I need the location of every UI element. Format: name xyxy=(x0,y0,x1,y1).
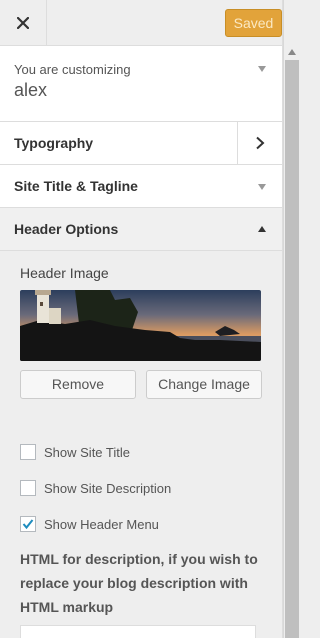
header-image-actions: Remove Change Image xyxy=(20,370,262,399)
show-site-title-row[interactable]: Show Site Title xyxy=(20,442,262,462)
section-typography-label: Typography xyxy=(14,135,94,151)
header-image-label: Header Image xyxy=(20,265,109,281)
customizer-panel: Saved You are customizing alex Typograph… xyxy=(0,0,283,638)
theme-name: alex xyxy=(14,80,48,100)
customizing-info: You are customizing alex xyxy=(0,46,282,122)
close-button[interactable] xyxy=(0,0,47,45)
scrollbar-thumb[interactable] xyxy=(285,60,299,638)
remove-button[interactable]: Remove xyxy=(20,370,136,399)
show-site-description-label: Show Site Description xyxy=(44,480,172,496)
section-header-options-label: Header Options xyxy=(14,221,119,237)
section-site-title-label: Site Title & Tagline xyxy=(14,178,138,194)
header-options-content: Header Image Remove Change Image Show Si… xyxy=(0,251,282,638)
section-header-options[interactable]: Header Options xyxy=(0,208,282,251)
typography-expand-button[interactable] xyxy=(237,122,282,164)
show-header-menu-row[interactable]: Show Header Menu xyxy=(20,514,262,534)
change-image-button[interactable]: Change Image xyxy=(146,370,262,399)
html-description-input[interactable] xyxy=(20,625,256,638)
section-typography[interactable]: Typography xyxy=(0,122,282,165)
chevron-down-icon[interactable] xyxy=(258,66,266,72)
close-icon xyxy=(17,16,29,29)
customizer-header: Saved xyxy=(0,0,282,46)
html-description-label: HTML for description, if you wish to rep… xyxy=(20,551,258,615)
show-header-menu-label: Show Header Menu xyxy=(44,516,159,532)
chevron-up-icon xyxy=(258,226,266,232)
section-site-title[interactable]: Site Title & Tagline xyxy=(0,165,282,208)
show-header-menu-checkbox[interactable] xyxy=(20,516,36,532)
saved-button[interactable]: Saved xyxy=(225,9,282,37)
customizing-subtitle: You are customizing xyxy=(14,62,131,77)
checkmark-icon xyxy=(22,519,34,530)
show-site-title-checkbox[interactable] xyxy=(20,444,36,460)
chevron-right-icon xyxy=(256,136,265,150)
show-site-description-row[interactable]: Show Site Description xyxy=(20,478,262,498)
chevron-down-icon xyxy=(258,184,266,190)
header-image-preview xyxy=(20,290,261,361)
scroll-up-icon[interactable] xyxy=(288,49,296,55)
show-site-description-checkbox[interactable] xyxy=(20,480,36,496)
show-site-title-label: Show Site Title xyxy=(44,444,130,460)
